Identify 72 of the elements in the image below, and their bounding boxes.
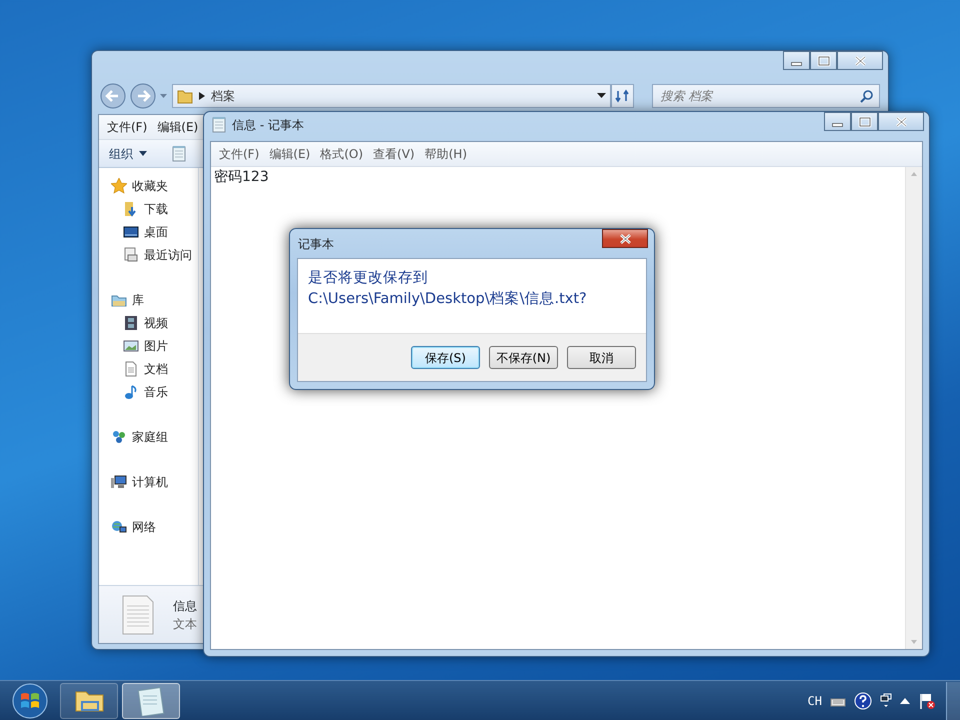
minimize-icon — [791, 62, 802, 66]
file-name: 信息 — [173, 598, 197, 614]
menu-item[interactable]: 编辑(E) — [153, 117, 202, 137]
language-indicator[interactable]: CH — [808, 692, 822, 710]
close-button[interactable] — [878, 112, 924, 131]
sidebar-item[interactable]: 下载 — [111, 197, 198, 220]
computer-icon — [111, 474, 127, 490]
sidebar-item[interactable]: 收藏夹 — [111, 174, 198, 197]
menu-item[interactable]: 查看(V) — [369, 144, 419, 164]
sidebar-item[interactable]: 音乐 — [111, 380, 198, 403]
text-file-icon — [121, 594, 155, 636]
menu-item[interactable]: 编辑(E) — [265, 144, 314, 164]
sidebar-item[interactable]: 库 — [111, 288, 198, 311]
minimize-button[interactable] — [824, 112, 851, 131]
folder-icon — [177, 88, 193, 104]
forward-icon[interactable] — [130, 83, 156, 109]
address-path: 档案 — [211, 88, 236, 105]
menu-item[interactable]: 文件(F) — [215, 144, 264, 164]
sidebar-item[interactable]: 图片 — [111, 334, 198, 357]
search-box[interactable]: 搜索 档案 — [652, 84, 880, 108]
sidebar-item[interactable]: 网络 — [111, 515, 198, 538]
address-bar[interactable]: 档案 — [172, 84, 611, 108]
search-icon — [860, 90, 873, 102]
show-desktop-button[interactable] — [946, 682, 960, 720]
star-icon — [111, 178, 127, 194]
recent-places-icon — [123, 246, 139, 262]
sidebar-item[interactable]: 家庭组 — [111, 425, 198, 448]
chevron-icon — [199, 92, 205, 100]
network-icon — [111, 518, 127, 534]
dialog-button[interactable]: 保存(S) — [411, 346, 480, 369]
sidebar-item[interactable]: 桌面 — [111, 220, 198, 243]
sidebar-item[interactable]: 最近访问 — [111, 243, 198, 266]
homegroup-icon — [111, 428, 127, 444]
sidebar-item[interactable]: 计算机 — [111, 470, 198, 493]
music-icon — [123, 384, 139, 400]
refresh-button[interactable] — [610, 84, 634, 108]
document-text: 密码123 — [214, 169, 269, 185]
organize-button[interactable]: 组织 — [109, 144, 147, 162]
windows-icon[interactable] — [880, 692, 892, 708]
back-icon[interactable] — [100, 83, 126, 109]
file-type: 文本 — [173, 616, 197, 632]
close-button[interactable] — [837, 51, 883, 70]
help-icon[interactable] — [854, 692, 872, 710]
notepad-icon — [211, 116, 227, 134]
notepad-icon[interactable] — [171, 144, 187, 162]
sidebar-item[interactable]: 视频 — [111, 311, 198, 334]
menu-item[interactable]: 格式(O) — [316, 144, 368, 164]
desktop-icon — [123, 224, 139, 240]
minimize-button[interactable] — [783, 51, 810, 70]
menu-item[interactable]: 文件(F) — [103, 117, 152, 137]
video-icon — [123, 314, 139, 330]
action-center-icon[interactable] — [918, 692, 936, 710]
taskbar-button[interactable] — [122, 682, 180, 718]
refresh-icon — [615, 89, 630, 103]
dialog-title: 记事本 — [298, 236, 334, 253]
document-icon — [123, 360, 139, 376]
dialog-button[interactable]: 不保存(N) — [489, 346, 558, 369]
sidebar-item[interactable]: 文档 — [111, 357, 198, 380]
maximize-button[interactable] — [810, 51, 837, 70]
menu-item[interactable]: 帮助(H) — [420, 144, 471, 164]
show-hidden-icon[interactable] — [900, 697, 910, 704]
close-button[interactable] — [602, 229, 648, 248]
dropdown-icon[interactable] — [596, 93, 606, 99]
window-title: 信息 - 记事本 — [232, 117, 304, 134]
maximize-button[interactable] — [851, 112, 878, 131]
search-field[interactable]: 搜索 档案 — [658, 86, 860, 106]
minimize-icon — [832, 123, 843, 127]
caret-icon — [139, 151, 147, 156]
picture-icon — [123, 338, 139, 354]
dialog-message: 是否将更改保存到 C:\Users\Family\Desktop\档案\信息.txt? — [307, 269, 588, 310]
taskbar-button[interactable] — [60, 682, 118, 718]
dialog-button[interactable]: 取消 — [567, 346, 636, 369]
